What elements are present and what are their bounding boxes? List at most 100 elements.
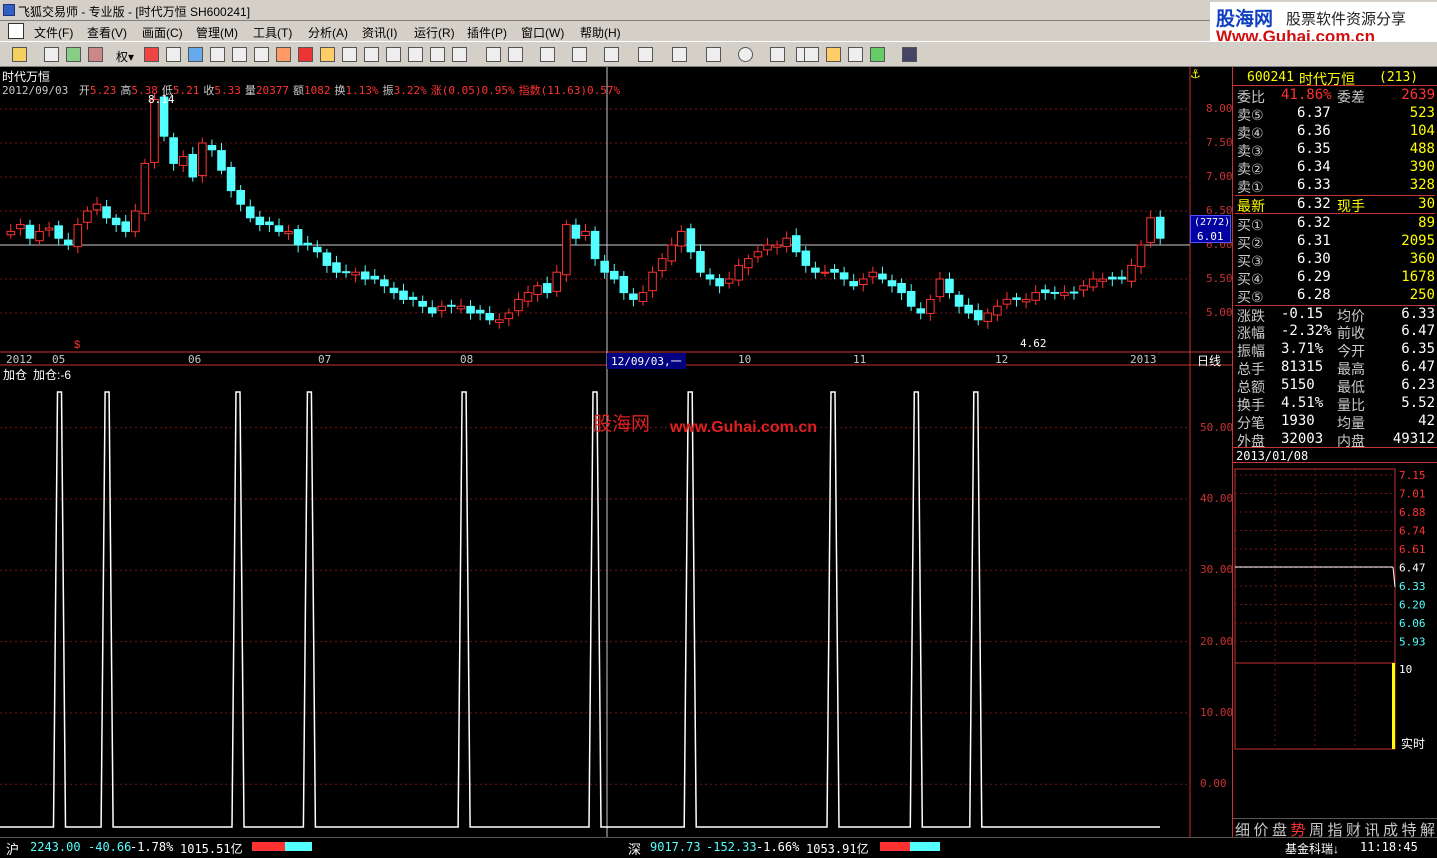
sell-row-4[interactable]: 卖④ 6.36 104 — [1235, 123, 1435, 141]
sh-index[interactable]: 2243.00 — [30, 840, 81, 854]
date-tick-6: 10 — [738, 353, 752, 366]
candle — [763, 237, 772, 256]
menu-tools[interactable]: 工具(T) — [253, 24, 292, 41]
candle — [1021, 292, 1031, 309]
candle — [878, 266, 887, 284]
candle — [504, 308, 514, 327]
axis-anchor-icon[interactable]: ⚓ — [1190, 67, 1201, 81]
menu-window[interactable]: 窗口(W) — [521, 24, 564, 41]
candle — [619, 271, 629, 300]
menu-canvas[interactable]: 画面(C) — [142, 24, 183, 41]
app-menu-icon[interactable] — [8, 23, 24, 39]
candle — [744, 254, 753, 276]
layout-icon-1[interactable] — [342, 47, 357, 62]
color-palette-icon[interactable] — [870, 47, 885, 62]
candle — [686, 223, 696, 260]
book-icon[interactable] — [232, 47, 247, 62]
delete-tool-icon[interactable] — [848, 47, 863, 62]
parallel-tool-icon[interactable] — [672, 47, 687, 62]
candle — [25, 219, 35, 246]
ellipse-tool-icon[interactable] — [738, 47, 753, 62]
buy-row-3-label: 买③ — [1237, 253, 1264, 269]
layout-icon-2[interactable] — [364, 47, 379, 62]
status-bar: 沪 2243.00 -40.66 -1.78% 1015.51亿 深 9017.… — [0, 837, 1437, 857]
candle — [44, 221, 54, 237]
stat-v2: 49312 — [1392, 431, 1435, 447]
menu-run[interactable]: 运行(R) — [414, 24, 455, 41]
candle — [236, 184, 245, 212]
buy-row-3[interactable]: 买③ 6.30 360 — [1235, 251, 1435, 269]
chart-area[interactable]: 时代万恒 2012/09/03 开5.23 高5.38 低5.21 收5.33 量203… — [0, 67, 1233, 837]
sell-row-5[interactable]: 卖⑤ 6.37 523 — [1235, 105, 1435, 123]
menu-help[interactable]: 帮助(H) — [580, 24, 621, 41]
pen-icon[interactable] — [320, 47, 335, 62]
menu-analysis[interactable]: 分析(A) — [308, 24, 348, 41]
intraday-mode[interactable]: 实时 — [1401, 735, 1425, 752]
sz-index[interactable]: 9017.73 — [650, 840, 701, 854]
sell-row-1[interactable]: 卖① 6.33 328 — [1235, 177, 1435, 195]
fund-ticker[interactable]: 基金科瑞↓ — [1285, 840, 1339, 857]
fan-tool-icon[interactable] — [604, 47, 619, 62]
buy-row-5[interactable]: 买⑤ 6.28 250 — [1235, 287, 1435, 305]
price-tick: 7.50 — [1206, 136, 1233, 149]
menu-plugin[interactable]: 插件(P) — [467, 24, 507, 41]
indicator-icon-2[interactable] — [166, 47, 181, 62]
candle — [581, 224, 590, 241]
info-value-6: 1.13% — [345, 84, 379, 97]
candle — [638, 285, 648, 306]
layout-icon-3[interactable] — [386, 47, 401, 62]
layout-icon-4[interactable] — [408, 47, 423, 62]
indicator-icon-1[interactable] — [144, 47, 159, 62]
info-value-5: 1082 — [303, 84, 331, 97]
cursor-icon[interactable] — [486, 47, 501, 62]
candle — [945, 272, 954, 299]
zoom-in-icon[interactable] — [88, 47, 103, 62]
indicator-icon-3[interactable] — [188, 47, 203, 62]
eraser-tool-icon[interactable] — [826, 47, 841, 62]
sh-label: 沪 — [6, 842, 20, 857]
menu-file[interactable]: 文件(F) — [34, 24, 73, 41]
candle — [801, 246, 811, 273]
rsi-icon[interactable] — [44, 47, 59, 62]
layout-icon-6[interactable] — [452, 47, 467, 62]
buy-row-2[interactable]: 买② 6.31 2095 — [1235, 233, 1435, 251]
rights-dropdown[interactable]: 权▾ — [116, 48, 134, 65]
date-tick-8: 12 — [995, 353, 1009, 366]
period-label[interactable]: 日线 — [1197, 352, 1221, 369]
candle — [676, 225, 686, 253]
sell-row-3[interactable]: 卖③ 6.35 488 — [1235, 141, 1435, 159]
hline-tool-icon[interactable] — [540, 47, 555, 62]
text-tool-icon[interactable] — [770, 47, 785, 62]
move-icon[interactable] — [66, 47, 81, 62]
save-icon[interactable] — [902, 47, 917, 62]
chart-icon[interactable] — [276, 47, 291, 62]
candle — [849, 274, 858, 291]
channel-tool-icon[interactable] — [638, 47, 653, 62]
buy-row-4[interactable]: 买④ 6.29 1678 — [1235, 269, 1435, 287]
stat-l1: 总额 — [1237, 379, 1265, 395]
chart-canvas[interactable] — [0, 67, 1232, 837]
sell-row-2[interactable]: 卖② 6.34 390 — [1235, 159, 1435, 177]
info-label-0: 开 — [78, 84, 90, 97]
layout-icon-5[interactable] — [430, 47, 445, 62]
alarm-icon[interactable] — [298, 47, 313, 62]
line-tool-icon[interactable] — [508, 47, 523, 62]
buy-row-1[interactable]: 买① 6.32 89 — [1235, 215, 1435, 233]
sell-row-5-price: 6.37 — [1297, 105, 1331, 121]
cursor-volume: (2772) — [1194, 217, 1231, 228]
candle — [772, 240, 782, 255]
stat-l1: 涨幅 — [1237, 325, 1265, 341]
sell-row-2-volume: 390 — [1409, 159, 1435, 175]
copy-tool-icon[interactable] — [804, 47, 819, 62]
vline-tool-icon[interactable] — [572, 47, 587, 62]
menu-manage[interactable]: 管理(M) — [196, 24, 238, 41]
indicator-icon-4[interactable] — [210, 47, 225, 62]
intraday-chart[interactable]: 7.15 7.01 6.88 6.74 6.61 6.47 6.33 6.20 6.06 5.93… — [1233, 467, 1437, 753]
open-icon[interactable] — [12, 47, 27, 62]
menu-view[interactable]: 查看(V) — [87, 24, 127, 41]
rect-tool-icon[interactable] — [706, 47, 721, 62]
sh-change: -40.66 — [88, 840, 132, 854]
menu-info[interactable]: 资讯(I) — [362, 24, 397, 41]
search-icon[interactable] — [254, 47, 269, 62]
sell-row-1-price: 6.33 — [1297, 177, 1331, 193]
